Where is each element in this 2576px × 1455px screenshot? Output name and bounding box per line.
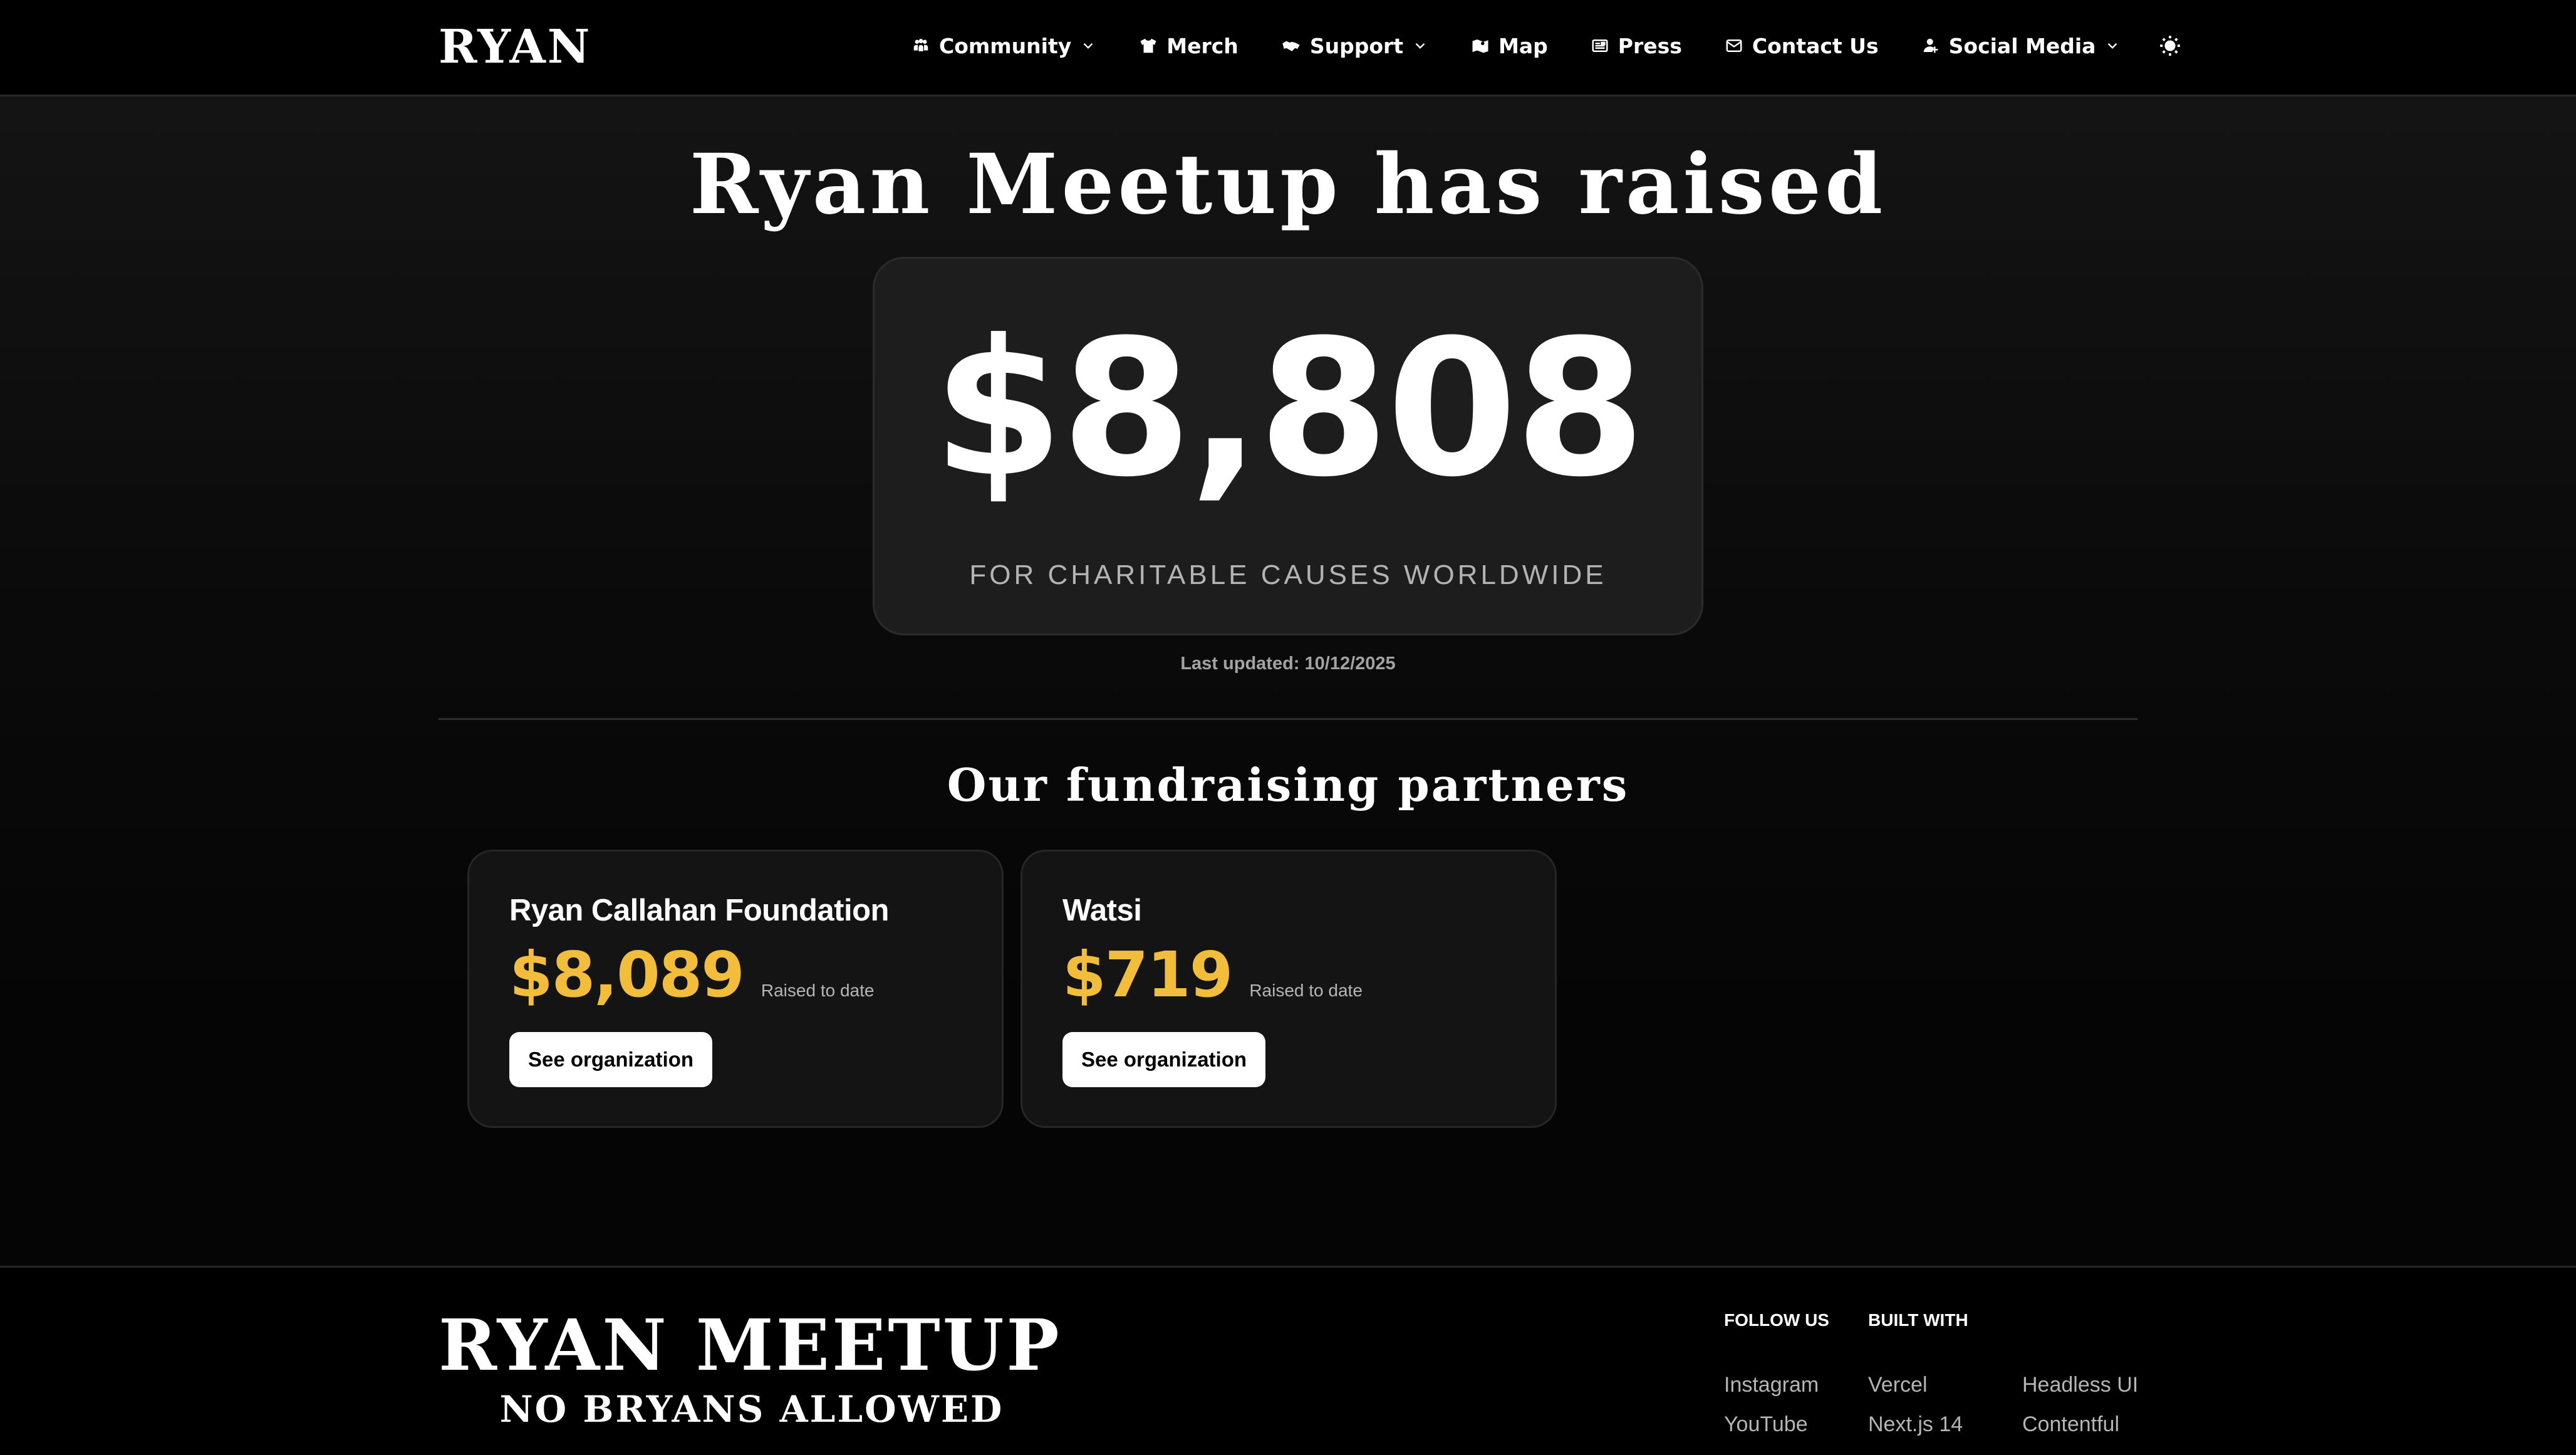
chevron-down-icon: [2108, 43, 2117, 49]
nav-support[interactable]: Support: [1281, 34, 1428, 58]
total-raised-caption: FOR CHARITABLE CAUSES WORLDWIDE: [969, 560, 1607, 590]
nav-contact-us-label: Contact Us: [1752, 33, 1879, 58]
last-updated-text: Last updated: 10/12/2025: [1180, 654, 1396, 674]
chevron-down-icon: [1083, 43, 1093, 49]
handshake-icon: [1282, 41, 1300, 51]
footer-link-contentful[interactable]: Contentful: [2022, 1405, 2138, 1444]
partner-amount-row: $8,089 Raised to date: [509, 934, 874, 1016]
nav-map[interactable]: Map: [1471, 34, 1548, 58]
footer-link-headless-ui[interactable]: Headless UI: [2022, 1365, 2138, 1405]
nav-contact-us[interactable]: Contact Us: [1725, 34, 1879, 58]
footer-title: RYAN MEETUP: [439, 1305, 1062, 1387]
footer-link-youtube[interactable]: YouTube: [1724, 1405, 1819, 1444]
page: RYAN Community Merch Support Map Press C…: [0, 0, 2576, 1455]
footer-column-title: FOLLOW US: [1724, 1310, 1829, 1330]
footer-link-tiktok[interactable]: TikTok: [1724, 1444, 1819, 1455]
section-divider: [439, 718, 2137, 720]
nav-press-label: Press: [1618, 33, 1682, 58]
hero-heading: Ryan Meetup has raised: [689, 136, 1887, 233]
main-nav: Community Merch Support Map Press Contac…: [911, 25, 2182, 66]
top-navbar: RYAN Community Merch Support Map Press C…: [0, 0, 2576, 96]
nav-merch-label: Merch: [1166, 33, 1239, 58]
chevron-down-icon: [1415, 43, 1425, 49]
partner-card: Watsi $719 Raised to date See organizati…: [1021, 850, 1557, 1128]
partner-amount-caption: Raised to date: [1249, 981, 1363, 1000]
total-raised-amount: $8,808: [933, 300, 1646, 518]
nav-map-label: Map: [1498, 33, 1548, 58]
partner-amount: $8,089: [509, 938, 745, 1011]
shirt-icon: [1140, 38, 1156, 53]
nav-community[interactable]: Community: [911, 34, 1096, 58]
partner-name: Watsi: [1062, 894, 1142, 927]
map-icon: [1472, 39, 1488, 53]
people-icon: [913, 39, 928, 51]
nav-press[interactable]: Press: [1591, 34, 1682, 58]
nav-social-media-label: Social Media: [1948, 33, 2096, 58]
partner-name: Ryan Callahan Foundation: [509, 894, 889, 927]
footer-link-mapbox[interactable]: Mapbox: [2022, 1444, 2138, 1455]
user-icon: [1923, 38, 1938, 53]
nav-merch[interactable]: Merch: [1139, 34, 1239, 58]
sun-icon: [2160, 36, 2181, 56]
nav-community-label: Community: [939, 33, 1072, 58]
footer: RYAN MEETUP NO BRYANS ALLOWED FOLLOW US …: [0, 1266, 2576, 1455]
footer-link-vercel[interactable]: Vercel: [1868, 1365, 1963, 1405]
partner-amount-caption: Raised to date: [761, 981, 875, 1000]
footer-column-title: BUILT WITH: [1868, 1310, 1968, 1330]
footer-link-reactjs[interactable]: React.js: [1868, 1444, 1963, 1455]
see-organization-button[interactable]: See organization: [1062, 1032, 1265, 1087]
partner-amount: $719: [1062, 938, 1233, 1011]
see-organization-button[interactable]: See organization: [509, 1032, 712, 1087]
nav-social-media[interactable]: Social Media: [1921, 34, 2121, 58]
newspaper-icon: [1592, 39, 1608, 52]
nav-support-label: Support: [1309, 33, 1404, 58]
theme-toggle-button[interactable]: [2158, 34, 2182, 58]
partner-amount-row: $719 Raised to date: [1062, 934, 1363, 1016]
partner-card: Ryan Callahan Foundation $8,089 Raised t…: [467, 850, 1004, 1128]
site-logo[interactable]: RYAN: [439, 19, 591, 75]
footer-link-nextjs[interactable]: Next.js 14: [1868, 1405, 1963, 1444]
partners-heading: Our fundraising partners: [947, 758, 1629, 811]
footer-tagline: NO BRYANS ALLOWED: [499, 1388, 1004, 1431]
total-raised-card: $8,808 FOR CHARITABLE CAUSES WORLDWIDE: [873, 257, 1703, 635]
footer-link-instagram[interactable]: Instagram: [1724, 1365, 1819, 1405]
envelope-icon: [1726, 39, 1742, 52]
